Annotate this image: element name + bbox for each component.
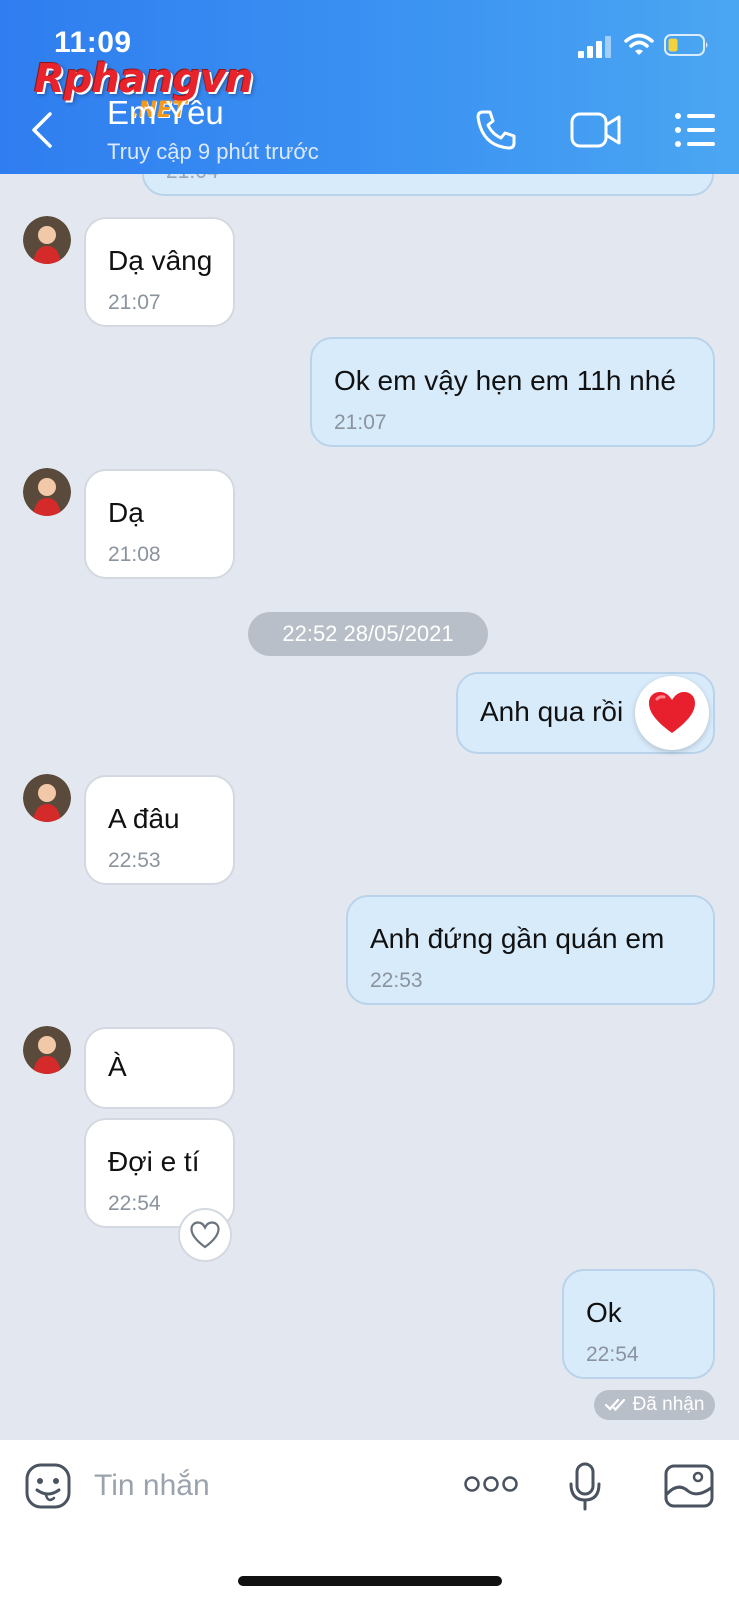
wifi-icon: [624, 33, 654, 55]
message-text: A đâu: [108, 803, 180, 834]
date-separator: 22:52 28/05/2021: [248, 612, 488, 656]
cellular-signal-icon: [578, 36, 611, 58]
message-bubble[interactable]: Ok 22:54: [562, 1269, 715, 1379]
message-text: Đợi e tí: [108, 1146, 200, 1177]
message-time: 21:07: [334, 411, 387, 434]
image-gallery-icon[interactable]: [664, 1464, 714, 1508]
message-text: Anh đứng gần quán em: [370, 923, 665, 954]
battery-icon: [664, 34, 708, 56]
message-text: Dạ: [108, 497, 144, 528]
double-check-icon: [604, 1398, 625, 1412]
status-time: 11:09: [54, 26, 132, 59]
message-bubble[interactable]: Anh đứng gần quán em 22:53: [346, 895, 715, 1005]
message-time: 22:53: [370, 969, 423, 992]
message-composer: [0, 1440, 739, 1600]
message-bubble[interactable]: Dạ 21:08: [84, 469, 235, 579]
contact-name[interactable]: Em Yêu: [107, 94, 224, 132]
video-call-icon[interactable]: [570, 110, 622, 150]
message-bubble[interactable]: À: [84, 1027, 235, 1109]
receipt-text: Đã nhận: [632, 1394, 705, 1415]
message-text: Dạ vâng: [108, 245, 213, 276]
sticker-emoji-icon[interactable]: [24, 1462, 72, 1510]
message-bubble[interactable]: A đâu 22:53: [84, 775, 235, 885]
contact-last-seen: Truy cập 9 phút trước: [107, 139, 319, 164]
message-time: 22:53: [108, 849, 161, 872]
more-options-icon[interactable]: [464, 1474, 518, 1494]
message-text: À: [108, 1051, 127, 1082]
back-icon[interactable]: [28, 108, 58, 152]
contact-avatar[interactable]: [23, 774, 71, 822]
message-text: Ok: [586, 1297, 622, 1328]
message-input[interactable]: [94, 1460, 434, 1512]
message-bubble[interactable]: Dạ vâng 21:07: [84, 217, 235, 327]
menu-list-icon[interactable]: [674, 112, 716, 148]
chat-header: 11:09 Rphangvn .NET Em Yêu Truy cập 9 ph…: [0, 0, 739, 174]
heart-reaction-icon[interactable]: [635, 676, 709, 750]
contact-avatar[interactable]: [23, 216, 71, 264]
home-indicator[interactable]: [238, 1576, 502, 1586]
delivery-receipt: Đã nhận: [594, 1390, 715, 1420]
message-time: 21:08: [108, 543, 161, 566]
phone-call-icon[interactable]: [474, 108, 518, 152]
message-text: Ok em vậy hẹn em 11h nhé: [334, 365, 676, 396]
message-time: 22:54: [586, 1343, 639, 1366]
contact-avatar[interactable]: [23, 468, 71, 516]
heart-outline-icon[interactable]: [178, 1208, 232, 1262]
contact-avatar[interactable]: [23, 1026, 71, 1074]
message-time: 21:07: [108, 291, 161, 314]
microphone-icon[interactable]: [568, 1462, 602, 1512]
message-bubble[interactable]: Ok em vậy hẹn em 11h nhé 21:07: [310, 337, 715, 447]
